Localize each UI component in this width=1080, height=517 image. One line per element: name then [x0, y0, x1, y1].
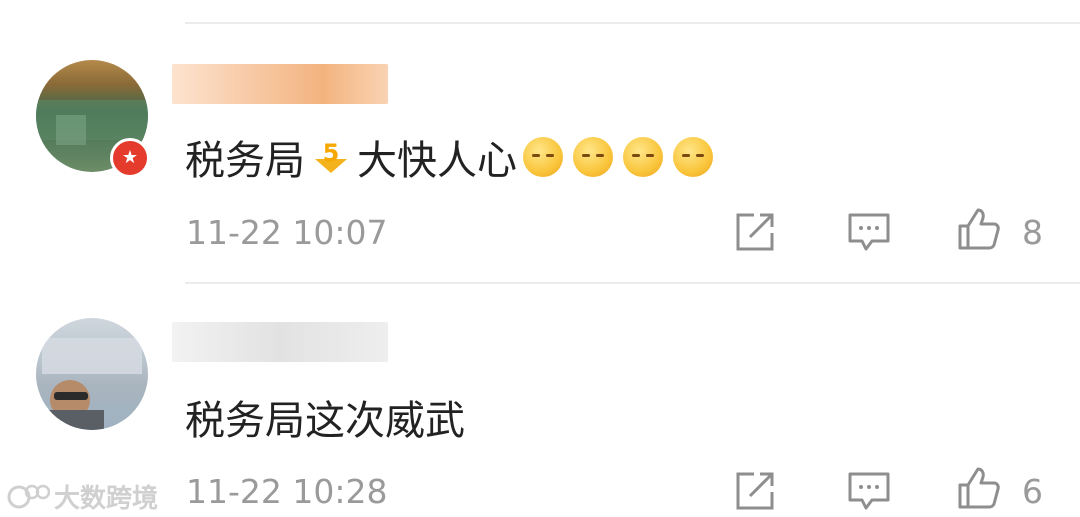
comment-icon[interactable] [846, 209, 892, 255]
level-five-icon: 5 [315, 139, 347, 173]
like-count: 8 [1022, 213, 1043, 252]
comment-text: 税务局这次威武 [185, 398, 465, 444]
like-icon[interactable] [956, 206, 1002, 252]
verified-badge-icon: ★ [110, 138, 150, 178]
watermark: 大数跨境 [6, 478, 158, 515]
emoji-icon [573, 137, 613, 177]
like-icon[interactable] [956, 465, 1002, 511]
comment-icon[interactable] [846, 468, 892, 514]
username-blurred[interactable] [172, 64, 388, 104]
svg-text:5: 5 [323, 139, 340, 167]
username-blurred[interactable] [172, 322, 388, 362]
watermark-logo-icon [7, 484, 50, 508]
emoji-icon [673, 137, 713, 177]
share-icon[interactable] [732, 209, 778, 255]
like-count: 6 [1022, 472, 1043, 511]
emoji-icon [623, 137, 663, 177]
share-icon[interactable] [732, 468, 778, 514]
watermark-text: 大数跨境 [54, 484, 159, 514]
emoji-icon [523, 137, 563, 177]
comment-time: 11-22 10:07 [186, 213, 388, 252]
comment-text: 税务局 5 大快人心 [185, 128, 717, 186]
comment-divider [185, 282, 1080, 284]
avatar[interactable] [36, 318, 148, 430]
comment-time: 11-22 10:28 [186, 472, 388, 511]
top-divider [185, 22, 1080, 24]
